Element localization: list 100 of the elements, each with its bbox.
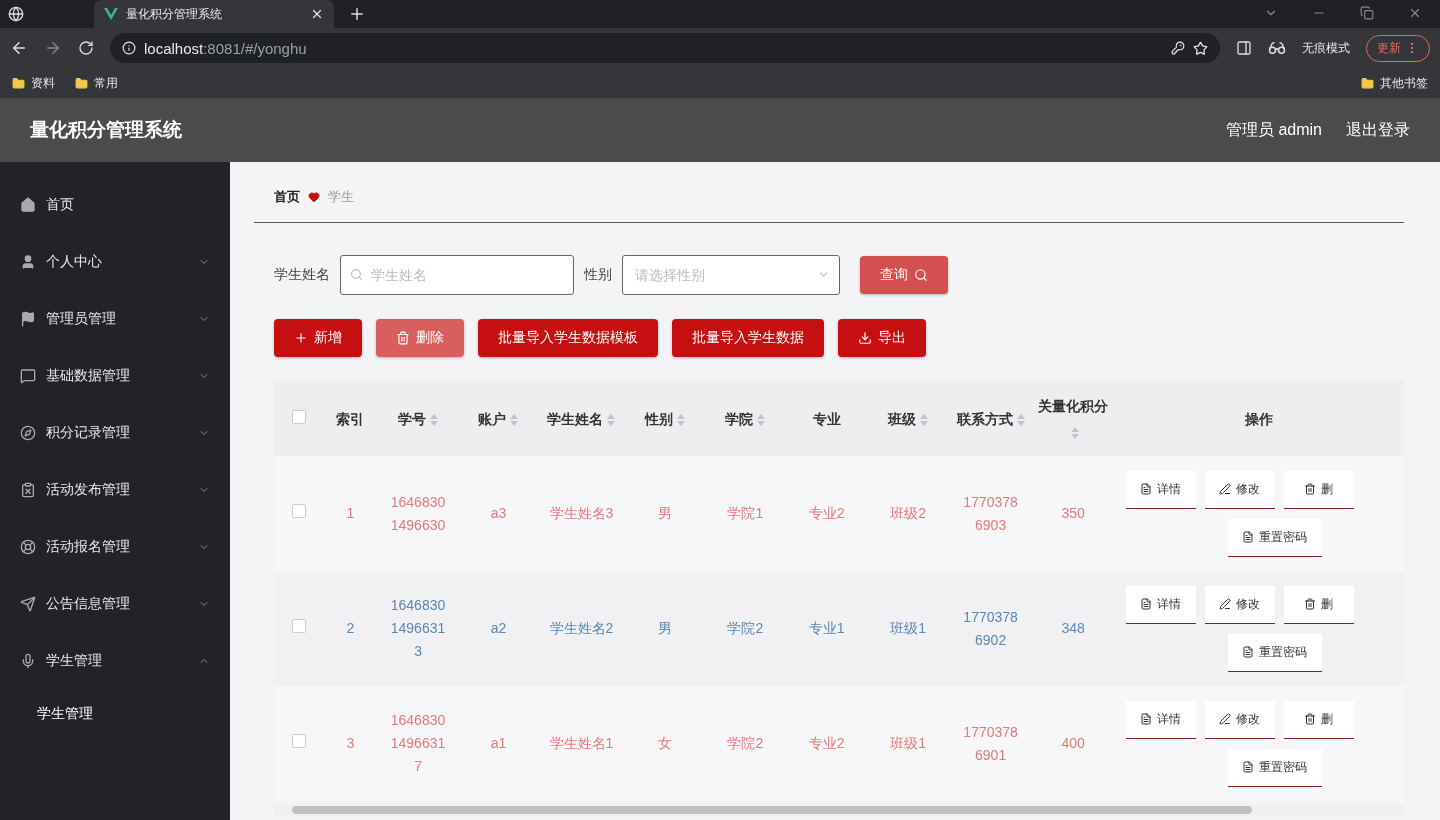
clipboard-icon	[20, 481, 36, 498]
back-icon[interactable]	[10, 39, 28, 57]
key-icon[interactable]	[1171, 41, 1185, 55]
query-button[interactable]: 查询	[860, 256, 948, 294]
field-label: 学生姓名	[274, 266, 330, 284]
restore-icon[interactable]	[1360, 6, 1374, 20]
select-all-checkbox[interactable]	[292, 409, 307, 424]
column-header[interactable]: 性别	[626, 381, 705, 456]
bookmark[interactable]: 常用	[94, 74, 118, 92]
microphone-icon	[20, 652, 36, 669]
incognito-label: 无痕模式	[1302, 39, 1350, 57]
user-name: 管理员 admin	[1225, 119, 1322, 140]
column-header: 专业	[786, 381, 868, 456]
detail-button[interactable]: 详情	[1125, 470, 1196, 509]
import-button[interactable]: 批量导入学生数据	[672, 319, 824, 357]
folder-icon	[12, 76, 25, 90]
sort-icon[interactable]	[920, 413, 929, 426]
delete-button[interactable]: 删	[1283, 585, 1354, 624]
sort-icon[interactable]	[510, 413, 519, 426]
user-icon	[20, 253, 36, 270]
breadcrumb-item[interactable]: 首页	[274, 188, 300, 206]
side-panel-icon[interactable]	[1236, 40, 1252, 56]
reset-password-button[interactable]: 重置密码	[1227, 748, 1322, 787]
forward-icon[interactable]	[44, 39, 62, 57]
detail-button[interactable]: 详情	[1125, 585, 1196, 624]
star-icon[interactable]	[1193, 40, 1208, 56]
column-header[interactable]: 账户	[460, 381, 537, 456]
close-icon[interactable]	[310, 7, 324, 21]
send-icon	[20, 595, 36, 612]
field-label: 性别	[584, 266, 612, 284]
app-title: 量化积分管理系统	[30, 118, 183, 142]
bookmark[interactable]: 其他书签	[1380, 74, 1428, 92]
horizontal-scrollbar[interactable]	[274, 804, 1404, 816]
column-header: 操作	[1113, 381, 1404, 456]
sidebar-item[interactable]: 基础数据管理	[0, 347, 230, 404]
column-header[interactable]: 学号	[375, 381, 461, 456]
new-tab-icon[interactable]	[348, 5, 366, 23]
sort-icon[interactable]	[757, 413, 766, 426]
compass-icon	[20, 424, 36, 441]
column-header[interactable]: 班级	[867, 381, 949, 456]
column-header[interactable]: 学生姓名	[536, 381, 627, 456]
name-search-field[interactable]: 学生姓名	[340, 255, 574, 295]
sort-icon[interactable]	[1071, 426, 1080, 439]
pen-icon	[1219, 483, 1232, 495]
trash-icon	[396, 331, 410, 345]
search-icon	[914, 268, 928, 282]
edit-button[interactable]: 修改	[1204, 585, 1275, 624]
plus-icon	[294, 331, 308, 345]
document-icon	[1140, 598, 1153, 610]
download-icon	[858, 331, 872, 345]
trash-icon	[1304, 713, 1317, 725]
home-icon	[20, 196, 36, 213]
folder-icon	[1361, 76, 1374, 90]
column-header[interactable]: 关量化积分	[1032, 381, 1114, 456]
column-header: 索引	[324, 381, 376, 456]
address-bar[interactable]: localhost:8081/#/yonghu	[110, 33, 1220, 63]
sidebar-item[interactable]: 管理员管理	[0, 290, 230, 347]
trash-icon	[1304, 598, 1317, 610]
sort-icon[interactable]	[607, 413, 616, 426]
reset-password-button[interactable]: 重置密码	[1227, 633, 1322, 672]
sort-icon[interactable]	[677, 413, 686, 426]
sidebar-item[interactable]: 公告信息管理	[0, 575, 230, 632]
close-icon[interactable]	[1408, 6, 1422, 20]
edit-button[interactable]: 修改	[1204, 700, 1275, 739]
globe-icon	[8, 6, 24, 22]
tab-title: 量化积分管理系统	[126, 5, 223, 23]
delete-button[interactable]: 删	[1283, 470, 1354, 509]
gender-select[interactable]: 请选择性别	[622, 255, 840, 295]
document-icon	[1242, 531, 1255, 543]
sidebar-item[interactable]: 首页	[0, 176, 230, 233]
edit-button[interactable]: 修改	[1204, 470, 1275, 509]
sidebar-item[interactable]: 学生管理	[0, 632, 230, 689]
sidebar-item[interactable]: 活动报名管理	[0, 518, 230, 575]
sidebar-item[interactable]: 个人中心	[0, 233, 230, 290]
sidebar-item[interactable]: 活动发布管理	[0, 461, 230, 518]
detail-button[interactable]: 详情	[1125, 700, 1196, 739]
reset-password-button[interactable]: 重置密码	[1227, 518, 1322, 557]
document-icon	[1140, 713, 1153, 725]
sort-icon[interactable]	[1016, 413, 1025, 426]
browser-tab[interactable]: 量化积分管理系统	[94, 0, 334, 28]
row-checkbox[interactable]	[292, 734, 307, 748]
row-checkbox[interactable]	[292, 504, 307, 518]
sidebar-item[interactable]: 积分记录管理	[0, 404, 230, 461]
reload-icon[interactable]	[78, 40, 94, 56]
delete-button[interactable]: 删	[1283, 700, 1354, 739]
export-button[interactable]: 导出	[838, 319, 926, 357]
vue-logo-icon	[104, 8, 118, 20]
chat-icon	[20, 367, 36, 384]
document-icon	[1242, 761, 1255, 773]
sidebar-subitem[interactable]: 学生管理	[0, 689, 230, 739]
column-header[interactable]: 联系方式	[948, 381, 1033, 456]
logout-link[interactable]: 退出登录	[1346, 119, 1410, 141]
sort-icon[interactable]	[430, 413, 438, 426]
document-icon	[1140, 483, 1153, 495]
add-button[interactable]: 新增	[274, 319, 362, 357]
heart-icon	[308, 191, 320, 203]
import-button[interactable]: 批量导入学生数据模板	[478, 319, 658, 357]
row-checkbox[interactable]	[292, 619, 307, 633]
column-header[interactable]: 学院	[704, 381, 786, 456]
bookmark[interactable]: 资料	[31, 74, 55, 92]
